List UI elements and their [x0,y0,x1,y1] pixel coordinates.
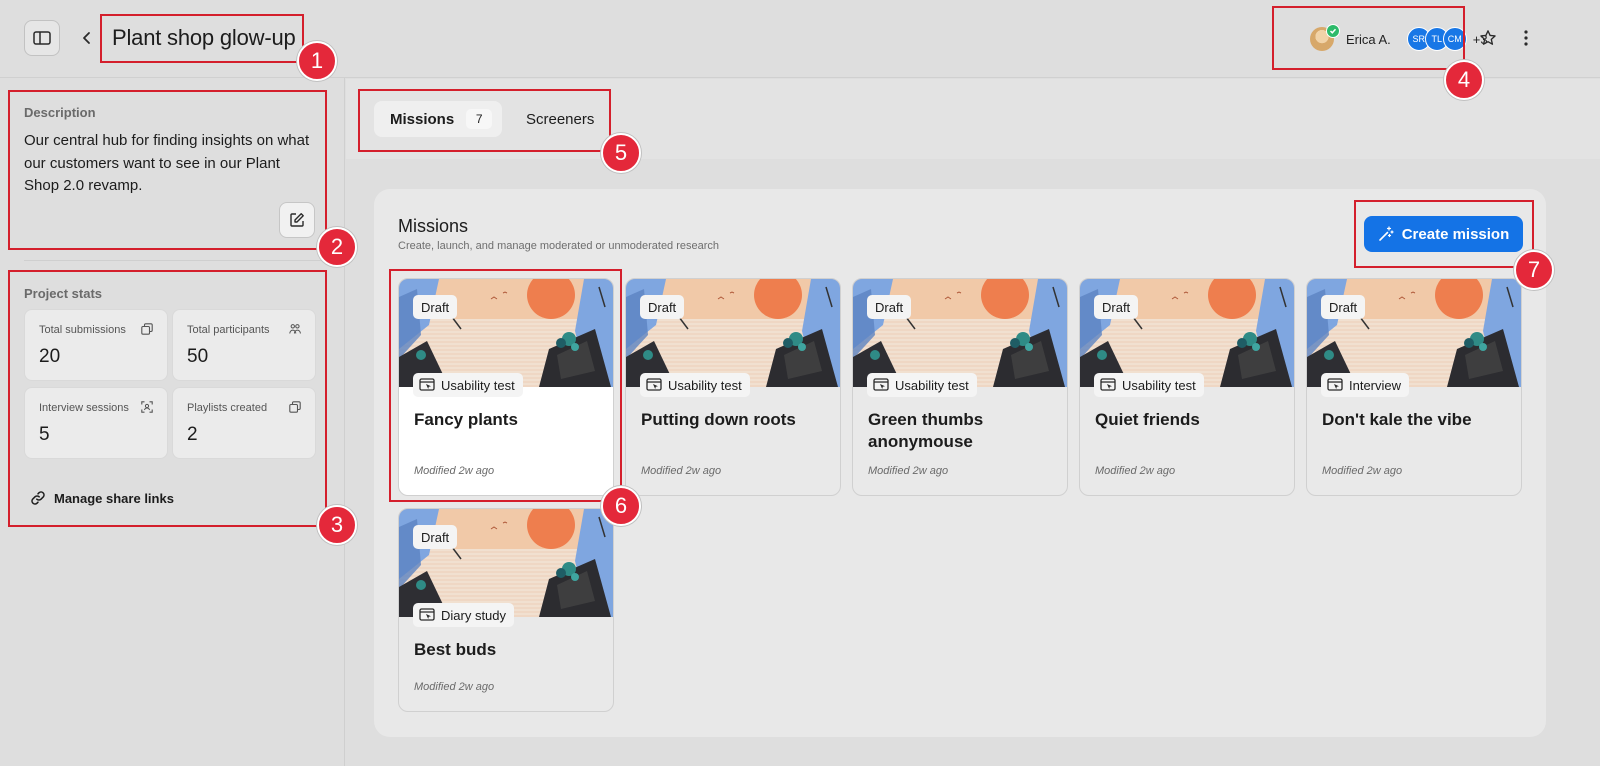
edit-description-button[interactable] [279,202,315,238]
status-badge: Draft [413,525,458,549]
mission-title: Best buds [414,640,497,659]
mission-type-badge: Usability test [1094,373,1204,397]
mission-modified: Modified 2w ago [868,465,949,477]
tab-missions[interactable]: Missions 7 [374,101,502,137]
mission-card[interactable]: Draft Usability test Green thumbs anonym… [852,278,1068,496]
mission-title: Fancy plants [414,410,518,429]
annotation-marker: 6 [601,486,641,526]
tab-screeners[interactable]: Screeners [512,101,608,137]
status-badge: Draft [1094,295,1139,319]
tab-count-badge: 7 [466,109,493,129]
stat-interview-sessions: Interview sessions 5 [24,387,168,459]
more-options-button[interactable] [1514,26,1538,50]
annotation-marker: 3 [317,505,357,545]
stat-label: Total participants [187,324,270,336]
mission-type-badge: Diary study [413,603,515,627]
mission-type-label: Usability test [895,377,969,393]
page-title: Plant shop glow-up [112,25,296,50]
collaborator-name: Erica A. [1346,31,1391,47]
mission-card[interactable]: Draft Usability test Putting down roots … [625,278,841,496]
scan-face-icon [141,401,153,413]
copy-icon [289,401,301,413]
people-icon [289,324,301,334]
stat-value: 50 [187,346,209,367]
interview-icon [1327,378,1343,391]
missions-title: Missions [398,216,469,236]
annotation-marker: 2 [317,227,357,267]
sidebar-toggle-button[interactable] [24,20,60,56]
annotation-marker: 7 [1514,250,1554,290]
description-text: Our central hub for finding insights on … [24,132,310,194]
sidebar-panel-icon [33,31,51,45]
status-badge: Draft [413,295,458,319]
usability-test-icon [1100,378,1116,391]
create-mission-label: Create mission [1401,225,1510,243]
mission-card[interactable]: Draft Usability test Quiet friends Modif… [1079,278,1295,496]
stat-total-submissions: Total submissions 20 [24,309,168,381]
mission-modified: Modified 2w ago [414,465,495,477]
mission-type-badge: Usability test [413,373,523,397]
mission-modified: Modified 2w ago [414,681,495,693]
mission-type-badge: Usability test [867,373,977,397]
usability-test-icon [873,378,889,391]
annotation-marker: 4 [1444,60,1484,100]
stat-label: Total submissions [39,324,126,336]
mission-title: Putting down roots [641,410,796,429]
mission-title: Quiet friends [1095,410,1200,429]
mission-title: Don't kale the vibe [1322,410,1472,429]
tab-label: Screeners [526,110,595,128]
stat-total-participants: Total participants 50 [172,309,316,381]
annotation-marker: 1 [297,41,337,81]
stat-value: 5 [39,424,50,445]
project-stats-label: Project stats [24,286,103,301]
description-label: Description [24,105,96,120]
status-badge: Draft [867,295,912,319]
share-link-label: Manage share links [54,490,174,506]
back-button[interactable] [76,24,98,52]
mission-type-badge: Usability test [640,373,750,397]
mission-modified: Modified 2w ago [641,465,722,477]
stat-label: Playlists created [187,402,268,414]
mission-modified: Modified 2w ago [1322,465,1403,477]
star-icon [1480,30,1496,45]
mission-type-label: Diary study [441,607,507,623]
usability-test-icon [419,378,435,391]
stat-playlists-created: Playlists created 2 [172,387,316,459]
avatar[interactable] [1310,24,1340,51]
link-icon [31,491,45,505]
manage-share-links-link[interactable]: Manage share links [30,490,174,506]
verified-icon [1326,24,1340,38]
annotation-marker: 5 [601,133,641,173]
usability-test-icon [646,378,662,391]
stat-label: Interview sessions [39,402,129,414]
mission-title: Green thumbs anonymouse [868,410,984,451]
status-badge: Draft [640,295,685,319]
create-mission-button[interactable]: Create mission [1364,216,1523,252]
copy-icon [141,323,153,335]
more-vertical-icon [1524,30,1528,46]
mission-modified: Modified 2w ago [1095,465,1176,477]
status-badge: Draft [1321,295,1366,319]
tab-label: Missions [390,110,455,128]
missions-subtitle: Create, launch, and manage moderated or … [398,240,720,252]
mission-type-label: Interview [1349,377,1402,393]
mission-type-label: Usability test [668,377,742,393]
diary-study-icon [419,608,435,621]
mission-type-label: Usability test [441,377,515,393]
mission-card[interactable]: Draft Diary study Best buds Modified 2w … [398,508,614,712]
favorite-button[interactable] [1476,26,1500,50]
magic-wand-icon [1378,226,1394,241]
mission-type-badge: Interview [1321,373,1410,397]
mission-type-label: Usability test [1122,377,1196,393]
mission-card[interactable]: Draft Usability test Fancy plants Modifi… [398,278,614,496]
chevron-left-icon [83,32,90,44]
collaborators[interactable]: Erica A. SR TL CM +3 [1310,24,1488,54]
stat-value: 20 [39,346,61,367]
divider [24,260,324,261]
stat-value: 2 [187,424,198,445]
edit-icon [290,213,304,227]
mission-card[interactable]: Draft Interview Don't kale the vibe Modi… [1306,278,1522,496]
collaborator-avatar[interactable]: CM [1442,27,1467,51]
